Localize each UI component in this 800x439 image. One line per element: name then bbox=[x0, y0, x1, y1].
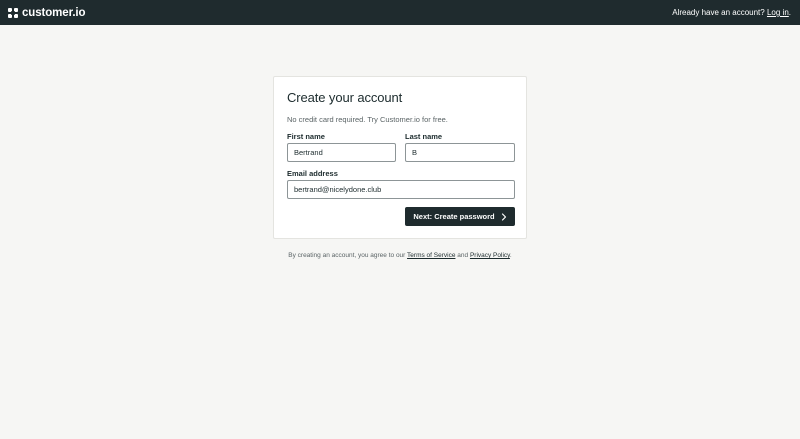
brand-logo[interactable]: customer.io bbox=[8, 6, 86, 19]
create-password-button-label: Next: Create password bbox=[413, 212, 495, 221]
terms-of-service-link[interactable]: Terms of Service bbox=[407, 252, 455, 259]
top-navigation-bar: customer.io Already have an account? Log… bbox=[0, 0, 800, 25]
last-name-label: Last name bbox=[405, 132, 443, 141]
privacy-policy-link[interactable]: Privacy Policy bbox=[470, 252, 510, 259]
last-name-field[interactable] bbox=[405, 143, 515, 162]
brand-name: customer.io bbox=[22, 6, 86, 19]
legal-prefix: By creating an account, you agree to our bbox=[288, 252, 406, 259]
email-label: Email address bbox=[287, 169, 338, 178]
legal-and: and bbox=[457, 252, 469, 259]
first-name-field[interactable] bbox=[287, 143, 396, 162]
chevron-right-icon bbox=[501, 212, 506, 221]
login-prompt: Already have an account? Log in. bbox=[672, 8, 791, 17]
legal-suffix: . bbox=[509, 252, 512, 259]
email-field[interactable] bbox=[287, 180, 515, 199]
form-subtitle: No credit card required. Try Customer.io… bbox=[287, 115, 448, 124]
first-name-label: First name bbox=[287, 132, 325, 141]
page-title: Create your account bbox=[287, 90, 403, 105]
login-prompt-text: Already have an account? bbox=[672, 8, 765, 17]
create-password-button[interactable]: Next: Create password bbox=[405, 207, 515, 226]
login-link[interactable]: Log in bbox=[767, 8, 789, 17]
legal-notice: By creating an account, you agree to our… bbox=[0, 252, 800, 259]
login-prompt-suffix: . bbox=[788, 8, 791, 17]
signup-card: Create your account No credit card requi… bbox=[273, 76, 527, 239]
customerio-logo-icon bbox=[8, 7, 18, 18]
